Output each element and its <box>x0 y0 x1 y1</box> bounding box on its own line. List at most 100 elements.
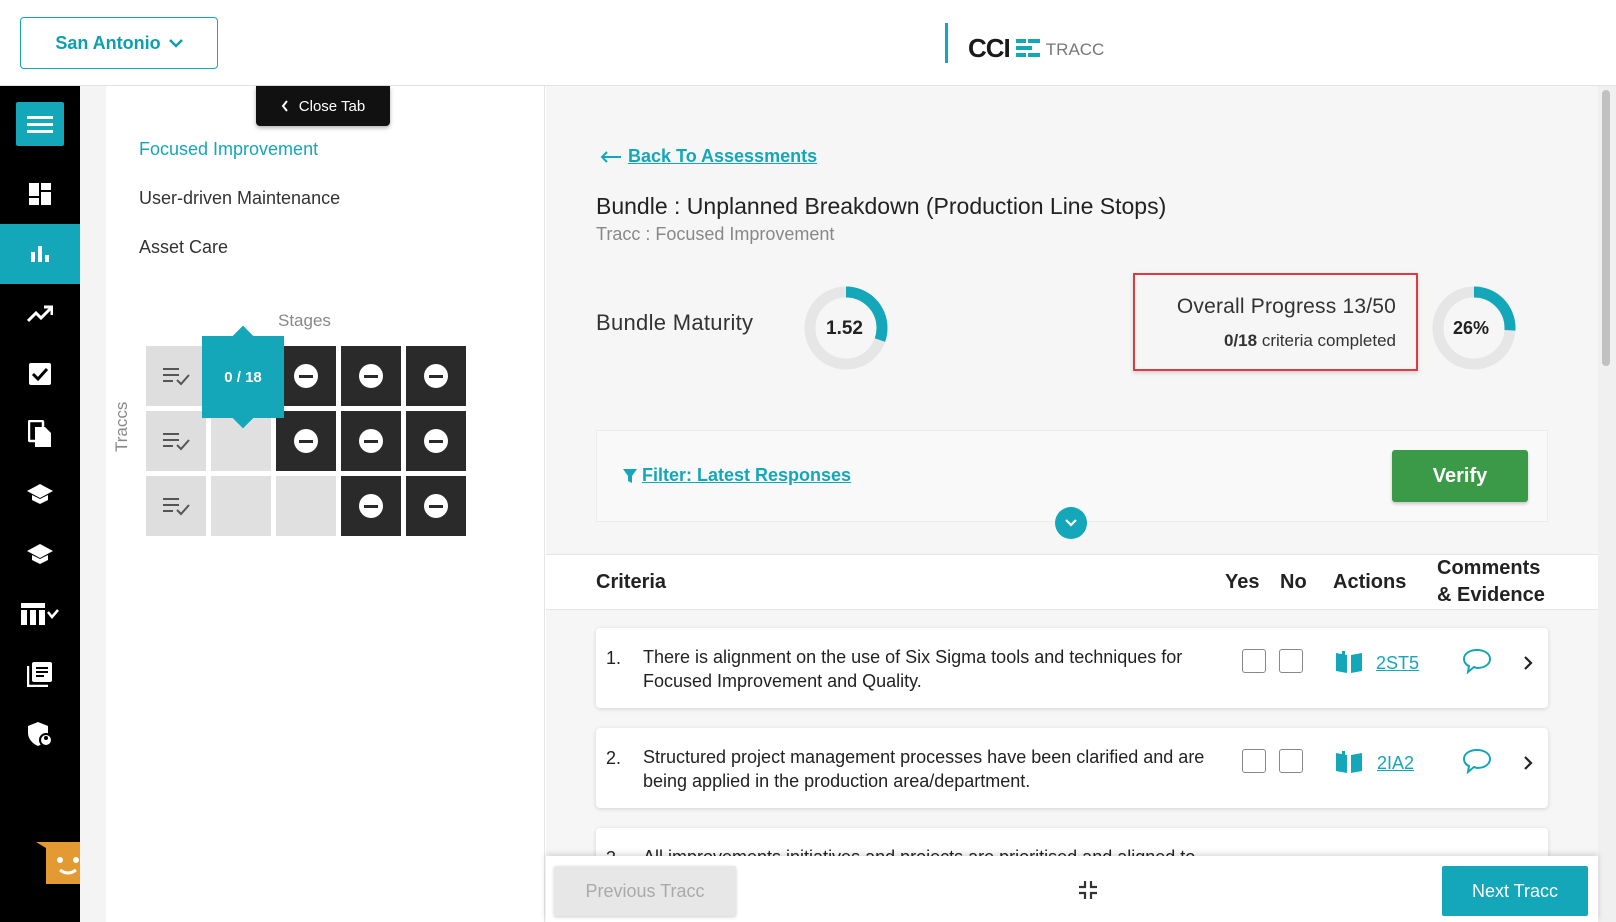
compress-icon[interactable] <box>1078 880 1098 900</box>
minus-circle-icon <box>359 364 383 388</box>
bundle-maturity-label: Bundle Maturity <box>596 310 754 335</box>
close-tab-button[interactable]: Close Tab <box>256 86 390 126</box>
header-actions: Actions <box>1333 571 1407 593</box>
active-stage-cell[interactable]: 0 / 18 <box>202 336 284 418</box>
action-code-link[interactable]: 2IA2 <box>1377 753 1414 774</box>
table-icon <box>21 603 59 625</box>
sidebar-item-academy[interactable] <box>0 464 80 524</box>
criteria-completed-label: criteria completed <box>1261 331 1396 350</box>
tracc-subtitle: Tracc : Focused Improvement <box>596 224 835 244</box>
minus-circle-icon <box>294 429 318 453</box>
chevron-right-icon[interactable] <box>1523 655 1533 671</box>
documents-icon <box>28 420 51 447</box>
library-icon <box>27 662 52 687</box>
overall-progress-card: Overall Progress 13/50 0/18 criteria com… <box>1133 273 1418 371</box>
app-root: San Antonio CCI TRACC Close Tab Focused … <box>0 0 1616 922</box>
criteria-text: Structured project management processes … <box>643 747 1205 791</box>
stage-cell[interactable] <box>406 346 466 406</box>
stage-cell[interactable] <box>276 411 336 471</box>
chevron-down-icon <box>1065 519 1077 527</box>
learning-icon <box>27 544 53 564</box>
sidebar-item-tables[interactable] <box>0 584 80 644</box>
header-no: No <box>1280 571 1307 593</box>
back-link-label: Back To Assessments <box>628 146 818 166</box>
stage-cell[interactable] <box>341 346 401 406</box>
sidebar-item-documents[interactable] <box>0 404 80 464</box>
minus-circle-icon <box>424 364 448 388</box>
minus-circle-icon <box>424 494 448 518</box>
action-code-link[interactable]: 2ST5 <box>1376 653 1419 674</box>
chevron-left-icon <box>281 100 288 112</box>
tracc-row-criteria-button[interactable] <box>146 346 206 406</box>
minus-circle-icon <box>424 429 448 453</box>
trending-icon <box>27 305 53 323</box>
stage-cell[interactable] <box>406 476 466 536</box>
minus-circle-icon <box>294 364 318 388</box>
back-to-assessments-link[interactable]: Back To Assessments <box>600 146 817 167</box>
logo-divider <box>945 23 948 63</box>
menu-icon <box>27 116 53 133</box>
next-tracc-button[interactable]: Next Tracc <box>1442 866 1588 916</box>
playlist-check-icon <box>163 368 190 386</box>
dashboard-icon <box>29 183 51 205</box>
logo-brand: CCI <box>968 32 1011 63</box>
brand-logo: CCI TRACC <box>945 22 1104 64</box>
no-checkbox[interactable] <box>1279 749 1303 773</box>
filter-link-label: Filter: Latest Responses <box>642 465 852 485</box>
hamburger-menu-button[interactable] <box>16 102 64 146</box>
comment-icon[interactable] <box>1462 748 1492 774</box>
comment-icon[interactable] <box>1462 648 1492 674</box>
playlist-check-icon <box>163 433 190 451</box>
sidebar-item-security[interactable] <box>0 704 80 764</box>
tracc-link-focused-improvement[interactable]: Focused Improvement <box>139 139 318 160</box>
active-stage-count: 0 / 18 <box>224 368 262 386</box>
book-icon[interactable] <box>1335 650 1363 674</box>
scrollbar-thumb[interactable] <box>1602 90 1610 366</box>
verify-button[interactable]: Verify <box>1392 450 1528 502</box>
tracc-link-asset-care[interactable]: Asset Care <box>139 237 228 258</box>
book-icon[interactable] <box>1335 750 1363 774</box>
expand-filter-button[interactable] <box>1055 507 1087 539</box>
stage-cell[interactable] <box>276 346 336 406</box>
stage-cell[interactable] <box>341 476 401 536</box>
tracc-row-criteria-button[interactable] <box>146 476 206 536</box>
sidebar-item-dashboard[interactable] <box>0 164 80 224</box>
location-dropdown[interactable]: San Antonio <box>20 17 218 69</box>
criteria-completed-count: 0/18 <box>1224 331 1258 350</box>
yes-checkbox[interactable] <box>1242 749 1266 773</box>
panel-edge <box>80 86 106 922</box>
playlist-check-icon <box>163 498 190 516</box>
stages-label: Stages <box>278 311 331 330</box>
stage-cell[interactable] <box>341 411 401 471</box>
tracc-row-criteria-button[interactable] <box>146 411 206 471</box>
previous-tracc-button[interactable]: Previous Tracc <box>554 866 736 916</box>
no-checkbox[interactable] <box>1279 649 1303 673</box>
overall-progress-percent: 26% <box>1453 318 1490 338</box>
shield-user-icon <box>28 722 53 747</box>
sidebar-item-reports[interactable] <box>0 224 80 284</box>
stage-cell-empty <box>211 476 271 536</box>
stage-cell[interactable] <box>406 411 466 471</box>
chevron-right-icon[interactable] <box>1523 755 1533 771</box>
sidebar-item-tasks[interactable] <box>0 344 80 404</box>
sidebar-item-learning[interactable] <box>0 524 80 584</box>
sidebar-item-trends[interactable] <box>0 284 80 344</box>
criteria-row: 2. Structured project management process… <box>596 728 1548 808</box>
icon-sidebar <box>0 86 90 922</box>
arrow-left-icon <box>600 150 621 163</box>
header-criteria: Criteria <box>596 571 667 593</box>
criteria-number: 1. <box>606 648 622 668</box>
criteria-number: 2. <box>606 748 622 768</box>
tracc-link-user-driven-maintenance[interactable]: User-driven Maintenance <box>139 188 340 209</box>
bar-chart-icon <box>31 246 49 262</box>
bundle-maturity-value: 1.52 <box>826 318 863 339</box>
filter-latest-responses-link[interactable]: Filter: Latest Responses <box>622 465 851 486</box>
checkbox-icon <box>29 363 51 385</box>
overall-progress-title: Overall Progress 13/50 <box>1176 295 1396 318</box>
yes-checkbox[interactable] <box>1242 649 1266 673</box>
chevron-down-icon <box>168 39 183 48</box>
criteria-row: 1. There is alignment on the use of Six … <box>596 628 1548 708</box>
criteria-completed-text: 0/18 criteria completed <box>1224 331 1396 351</box>
sidebar-item-library[interactable] <box>0 644 80 704</box>
stage-cell-empty <box>276 476 336 536</box>
